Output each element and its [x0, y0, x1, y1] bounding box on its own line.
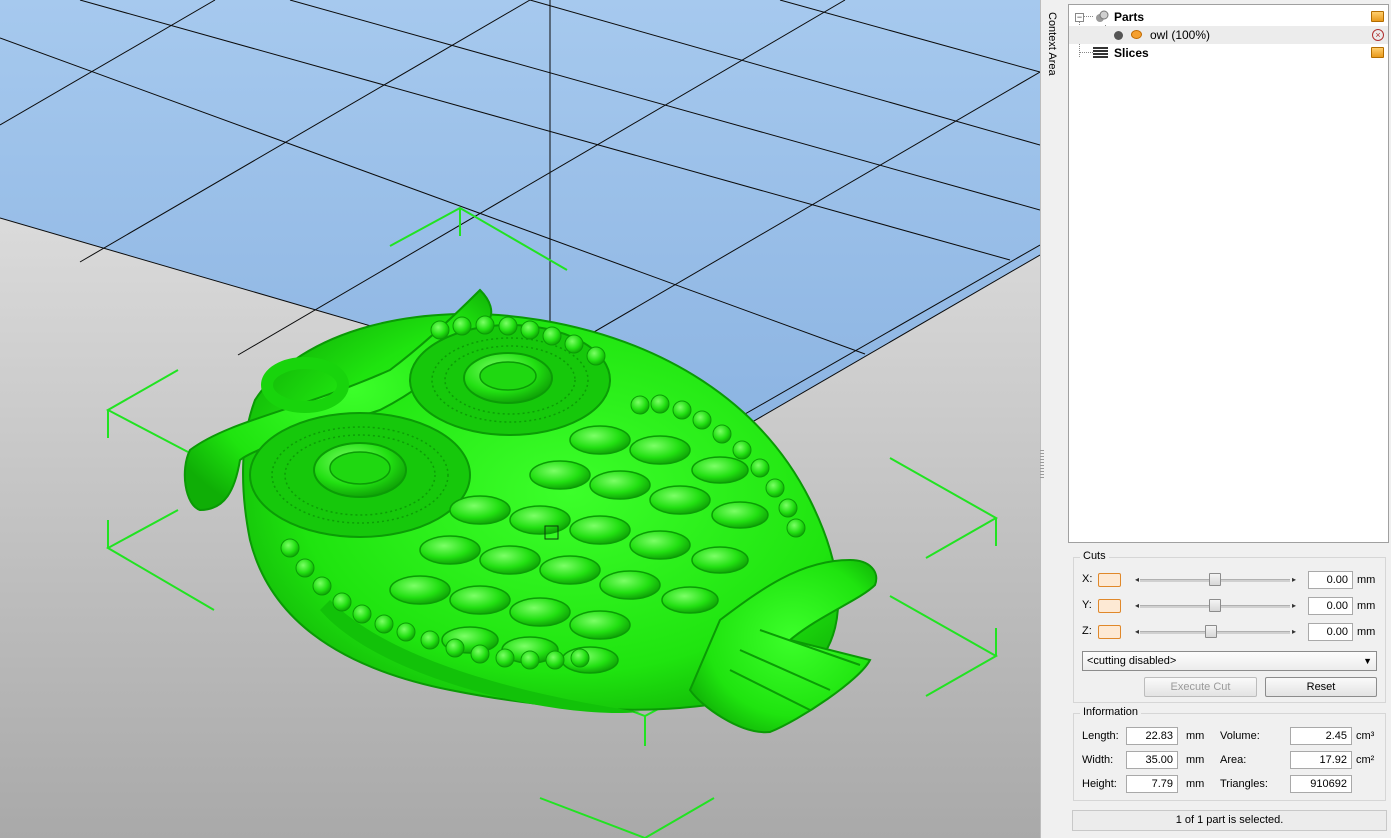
tree-item-parts[interactable]: − Parts — [1069, 8, 1388, 26]
slider-thumb[interactable] — [1205, 625, 1217, 638]
remove-part-icon[interactable]: × — [1372, 29, 1384, 41]
unit-label: mm — [1186, 754, 1205, 766]
dropdown-arrow-icon[interactable]: ▼ — [1363, 652, 1372, 670]
parts-icon — [1095, 10, 1109, 23]
height-label: Height: — [1082, 778, 1117, 790]
slider-left-arrow-icon[interactable]: ◂ — [1135, 575, 1139, 584]
cut-z-toggle[interactable] — [1098, 625, 1121, 639]
tree-item-label: Slices — [1114, 46, 1149, 60]
volume-label: Volume: — [1220, 730, 1260, 742]
parts-tree[interactable]: − Parts owl (100%) × Slices — [1068, 4, 1389, 543]
tree-item-label: Parts — [1114, 10, 1145, 24]
width-label: Width: — [1082, 754, 1114, 766]
unit-label: mm — [1357, 574, 1376, 586]
cut-z-label: Z: — [1082, 625, 1092, 637]
area-label: Area: — [1220, 754, 1247, 766]
unit-label: mm — [1357, 626, 1376, 638]
width-value: 35.00 — [1126, 751, 1178, 769]
cut-mode-value: <cutting disabled> — [1087, 655, 1177, 667]
cut-x-slider[interactable]: ◂ ▸ — [1130, 573, 1300, 587]
context-area-tab[interactable]: Context Area — [1046, 12, 1058, 76]
slider-right-arrow-icon[interactable]: ▸ — [1292, 575, 1296, 584]
cut-mode-select[interactable]: <cutting disabled> ▼ — [1082, 651, 1377, 671]
cut-y-toggle[interactable] — [1098, 599, 1121, 613]
cut-y-value-field[interactable]: 0.00 — [1308, 597, 1353, 615]
cut-z-value-field[interactable]: 0.00 — [1308, 623, 1353, 641]
unit-label: cm² — [1356, 754, 1375, 766]
unit-label: mm — [1186, 778, 1205, 790]
area-value: 17.92 — [1290, 751, 1352, 769]
unit-label: mm — [1186, 730, 1205, 742]
tree-item-slices[interactable]: Slices — [1069, 44, 1388, 62]
information-title: Information — [1080, 706, 1142, 718]
cuts-title: Cuts — [1080, 550, 1109, 562]
tree-item-label: owl (100%) — [1150, 28, 1211, 42]
scene-canvas[interactable] — [0, 0, 1040, 838]
tree-item-owl[interactable]: owl (100%) × — [1069, 26, 1388, 44]
unit-label: mm — [1357, 600, 1376, 612]
3d-viewport[interactable] — [0, 0, 1040, 838]
slider-thumb[interactable] — [1209, 599, 1221, 612]
slider-left-arrow-icon[interactable]: ◂ — [1135, 627, 1139, 636]
volume-value: 2.45 — [1290, 727, 1352, 745]
cut-z-slider[interactable]: ◂ ▸ — [1130, 625, 1300, 639]
unit-label: cm³ — [1356, 730, 1375, 742]
triangles-value: 910692 — [1290, 775, 1352, 793]
context-area-strip[interactable] — [1040, 0, 1067, 838]
slider-thumb[interactable] — [1209, 573, 1221, 586]
cut-y-label: Y: — [1082, 599, 1092, 611]
slider-left-arrow-icon[interactable]: ◂ — [1135, 601, 1139, 610]
cut-x-value-field[interactable]: 0.00 — [1308, 571, 1353, 589]
splitter-grip[interactable] — [1040, 450, 1044, 478]
open-folder-icon[interactable] — [1371, 11, 1384, 22]
length-label: Length: — [1082, 730, 1119, 742]
visibility-icon[interactable] — [1131, 30, 1142, 39]
left-eye — [249, 412, 471, 538]
height-value: 7.79 — [1126, 775, 1178, 793]
length-value: 22.83 — [1126, 727, 1178, 745]
reset-button[interactable]: Reset — [1265, 677, 1377, 697]
execute-cut-button[interactable]: Execute Cut — [1144, 677, 1257, 697]
open-folder-icon[interactable] — [1371, 47, 1384, 58]
cut-y-slider[interactable]: ◂ ▸ — [1130, 599, 1300, 613]
part-dot-icon — [1114, 31, 1123, 40]
cut-x-label: X: — [1082, 573, 1093, 585]
slices-icon — [1093, 47, 1108, 59]
slider-right-arrow-icon[interactable]: ▸ — [1292, 601, 1296, 610]
triangles-label: Triangles: — [1220, 778, 1268, 790]
cut-x-toggle[interactable] — [1098, 573, 1121, 587]
collapse-icon[interactable]: − — [1075, 13, 1084, 22]
selection-status: 1 of 1 part is selected. — [1072, 810, 1387, 831]
slider-right-arrow-icon[interactable]: ▸ — [1292, 627, 1296, 636]
